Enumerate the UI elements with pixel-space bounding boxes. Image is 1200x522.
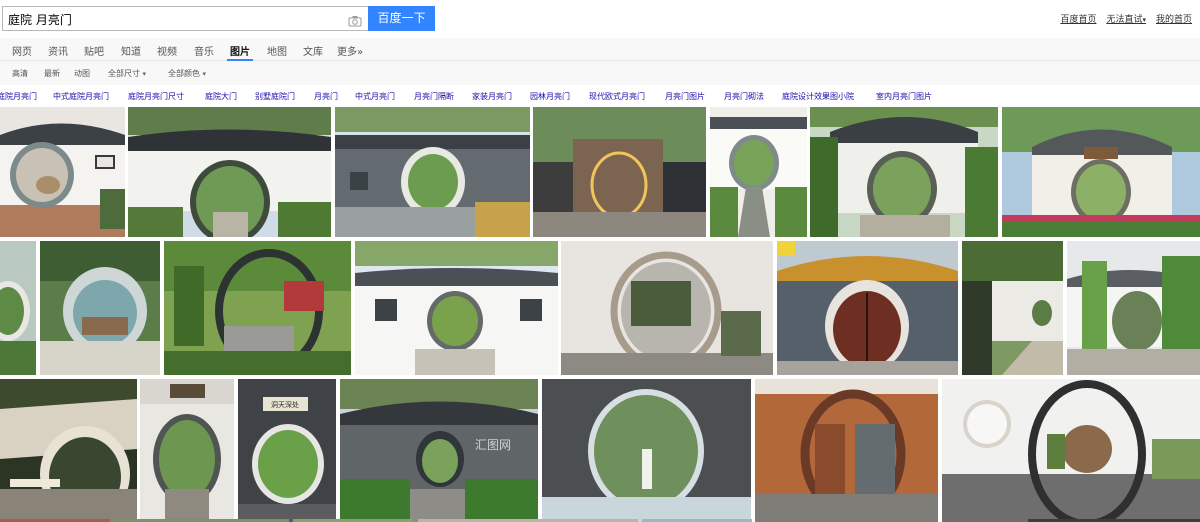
chevron-down-icon: ▾ bbox=[1142, 16, 1146, 24]
related-link[interactable]: 园林月亮门 bbox=[530, 91, 570, 102]
image-thumbnail[interactable]: 汇图网 bbox=[340, 379, 538, 522]
image-thumbnail[interactable] bbox=[561, 241, 773, 375]
image-thumbnail[interactable] bbox=[335, 107, 530, 237]
related-link[interactable]: 现代欧式月亮门 bbox=[589, 91, 645, 102]
settings-link-label: 无法直试 bbox=[1106, 15, 1143, 25]
related-link[interactable]: 别墅庭院门 bbox=[255, 91, 295, 102]
tab-maps[interactable]: 地图 bbox=[267, 43, 287, 58]
search-input[interactable] bbox=[8, 9, 338, 29]
related-link[interactable]: 家装月亮门 bbox=[472, 91, 512, 102]
related-link[interactable]: 月亮门砌法 bbox=[724, 91, 764, 102]
filter-animated[interactable]: 动图 bbox=[74, 68, 90, 79]
tab-news[interactable]: 资讯 bbox=[48, 43, 68, 58]
image-thumbnail[interactable] bbox=[810, 107, 998, 237]
image-thumbnail[interactable] bbox=[542, 379, 751, 522]
image-thumbnail[interactable] bbox=[777, 241, 958, 375]
header: 百度一下 百度首页 无法直试▾ 我的首页 bbox=[0, 0, 1200, 38]
filter-hd[interactable]: 高清 bbox=[12, 68, 28, 79]
image-thumbnail[interactable] bbox=[710, 107, 807, 237]
image-thumbnail[interactable] bbox=[355, 241, 558, 375]
chevron-down-icon: ▾ bbox=[142, 70, 147, 78]
image-thumbnail[interactable] bbox=[1002, 107, 1200, 237]
image-thumbnail[interactable] bbox=[755, 379, 938, 522]
filter-bar: 高清 最新 动图 全部尺寸 ▾ 全部颜色 ▾ bbox=[0, 61, 1200, 85]
image-thumbnail[interactable] bbox=[0, 241, 36, 375]
filter-color-label: 全部颜色 bbox=[168, 69, 200, 78]
tab-wenku[interactable]: 文库 bbox=[303, 43, 323, 58]
nav-tabs: 网页 资讯 贴吧 知道 视频 音乐 图片 地图 文库 更多» bbox=[0, 38, 1200, 61]
image-thumbnail[interactable] bbox=[140, 379, 234, 522]
image-thumbnail[interactable] bbox=[164, 241, 351, 375]
tab-video[interactable]: 视频 bbox=[157, 43, 177, 58]
image-thumbnail[interactable] bbox=[40, 241, 160, 375]
image-thumbnail[interactable] bbox=[0, 107, 125, 237]
watermark-text: 汇图网 bbox=[475, 438, 511, 452]
related-searches: 庭院月亮门 中式庭院月亮门 庭院月亮门尺寸 庭院大门 别墅庭院门 月亮门 中式月… bbox=[0, 85, 1200, 107]
image-thumbnail[interactable] bbox=[533, 107, 706, 237]
plaque-text: 洞天深处 bbox=[271, 400, 299, 409]
filter-size-label: 全部尺寸 bbox=[108, 69, 140, 78]
tab-web[interactable]: 网页 bbox=[12, 43, 32, 58]
image-thumbnail[interactable] bbox=[0, 379, 137, 522]
baidu-image-search-page: 百度一下 百度首页 无法直试▾ 我的首页 网页 资讯 贴吧 知道 视频 音乐 图… bbox=[0, 0, 1200, 522]
search-button[interactable]: 百度一下 bbox=[368, 6, 435, 31]
tab-images[interactable]: 图片 bbox=[230, 43, 250, 58]
image-thumbnail[interactable] bbox=[962, 241, 1063, 375]
image-thumbnail[interactable]: 洞天深处 bbox=[238, 379, 336, 522]
search-box[interactable] bbox=[2, 6, 368, 31]
related-link[interactable]: 中式庭院月亮门 bbox=[53, 91, 109, 102]
tab-more[interactable]: 更多» bbox=[337, 43, 363, 58]
related-link[interactable]: 月亮门图片 bbox=[665, 91, 705, 102]
image-grid: 洞天深处 汇图网 bbox=[0, 107, 1200, 522]
related-link[interactable]: 庭院月亮门 bbox=[0, 91, 37, 102]
tab-tieba[interactable]: 贴吧 bbox=[84, 43, 104, 58]
tab-music[interactable]: 音乐 bbox=[194, 43, 214, 58]
chevron-down-icon: ▾ bbox=[202, 70, 207, 78]
related-link[interactable]: 庭院月亮门尺寸 bbox=[128, 91, 184, 102]
my-page-link[interactable]: 我的首页 bbox=[1156, 12, 1192, 25]
settings-link[interactable]: 无法直试▾ bbox=[1106, 12, 1146, 25]
related-link[interactable]: 庭院设计效果图小院 bbox=[782, 91, 854, 102]
filter-color[interactable]: 全部颜色 ▾ bbox=[168, 68, 206, 79]
home-link[interactable]: 百度首页 bbox=[1060, 12, 1096, 25]
related-link[interactable]: 月亮门 bbox=[314, 91, 338, 102]
camera-icon[interactable] bbox=[348, 12, 362, 27]
filter-latest[interactable]: 最新 bbox=[44, 68, 60, 79]
related-link[interactable]: 中式月亮门 bbox=[355, 91, 395, 102]
image-thumbnail[interactable] bbox=[128, 107, 331, 237]
related-link[interactable]: 庭院大门 bbox=[205, 91, 237, 102]
related-link[interactable]: 月亮门隔断 bbox=[414, 91, 454, 102]
related-link[interactable]: 室内月亮门图片 bbox=[876, 91, 932, 102]
tab-zhidao[interactable]: 知道 bbox=[121, 43, 141, 58]
image-thumbnail[interactable] bbox=[1067, 241, 1200, 375]
image-thumbnail[interactable] bbox=[942, 379, 1200, 522]
top-links: 百度首页 无法直试▾ 我的首页 bbox=[1060, 12, 1192, 25]
filter-size[interactable]: 全部尺寸 ▾ bbox=[108, 68, 146, 79]
